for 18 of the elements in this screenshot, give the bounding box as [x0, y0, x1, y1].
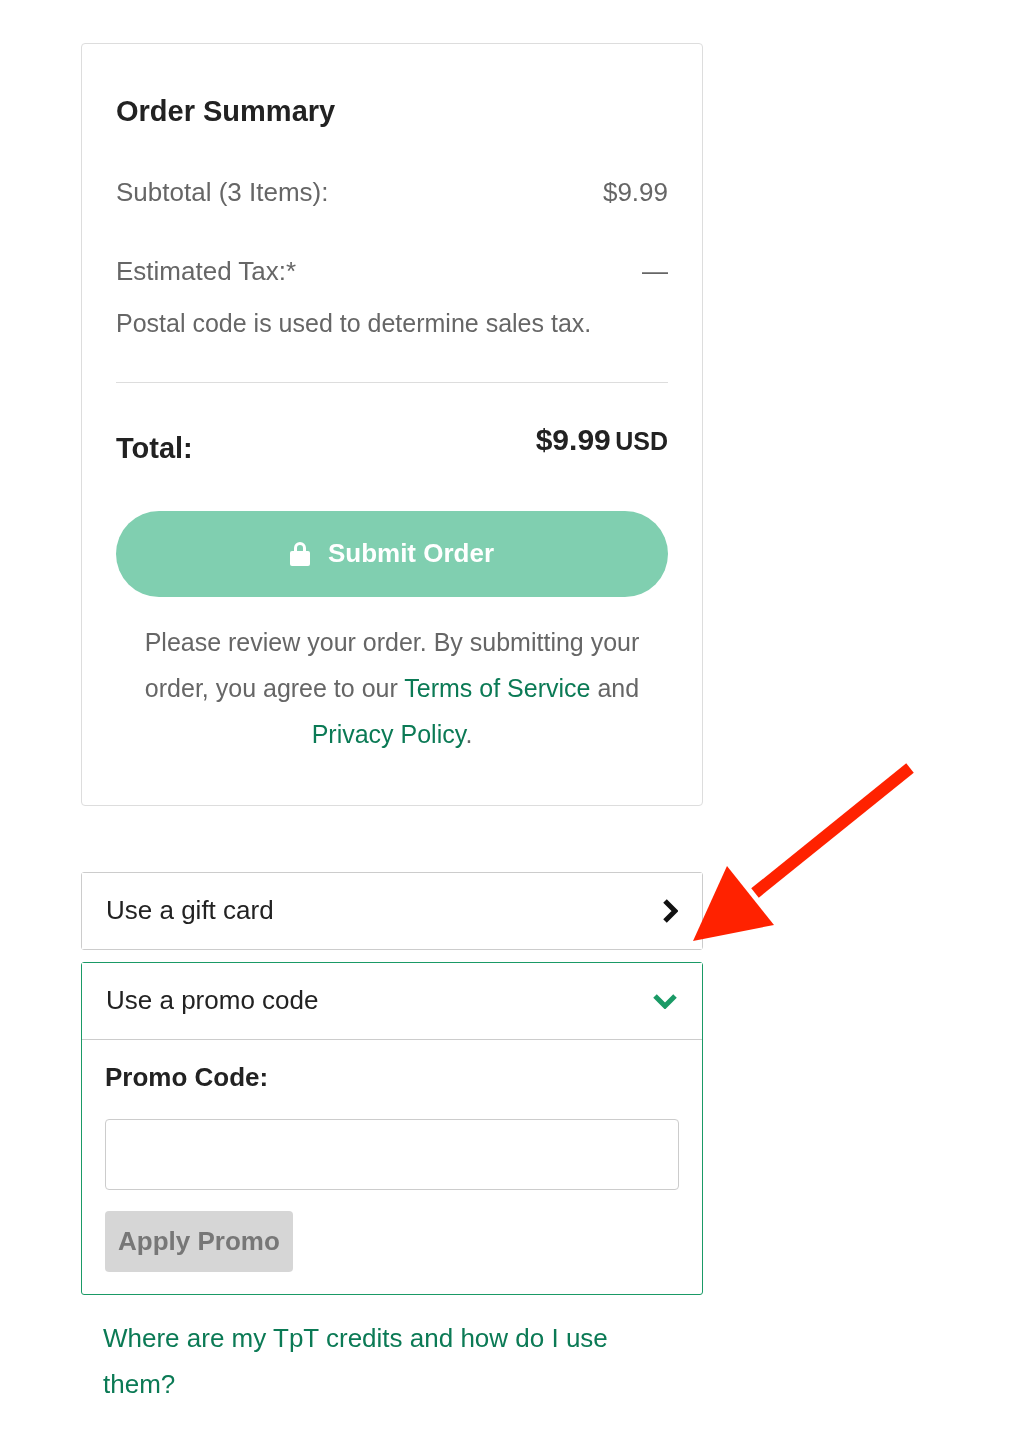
row-label: Subtotal (3 Items): [116, 175, 329, 209]
row-label: Estimated Tax:* [116, 254, 297, 288]
summary-title: Order Summary [116, 94, 337, 129]
promo-code-field[interactable] [105, 1118, 679, 1190]
total-amount: $9.99 USD [535, 422, 668, 459]
accordion-header[interactable]: Use a gift card [82, 872, 702, 949]
tax-note: Postal code is used to determine sales tax. [116, 307, 593, 339]
lock-icon [289, 541, 310, 567]
row-value: $9.99 [602, 175, 668, 209]
help-link[interactable]: Where are my TpT credits and how do I use them? [103, 1314, 663, 1407]
row-value: — [642, 254, 668, 288]
chevron-right-icon [662, 897, 678, 924]
policy-link[interactable]: Terms of Service [404, 673, 591, 702]
policy-link[interactable]: Privacy Policy [311, 719, 466, 748]
field-label: Promo Code: [105, 1060, 270, 1094]
total-label: Total: [116, 431, 193, 467]
agreement-text: Please review your order. By submitting your order, you agree to our Terms of Service and Privacy Policy. [143, 626, 641, 750]
chevron-down-icon [652, 992, 678, 1009]
